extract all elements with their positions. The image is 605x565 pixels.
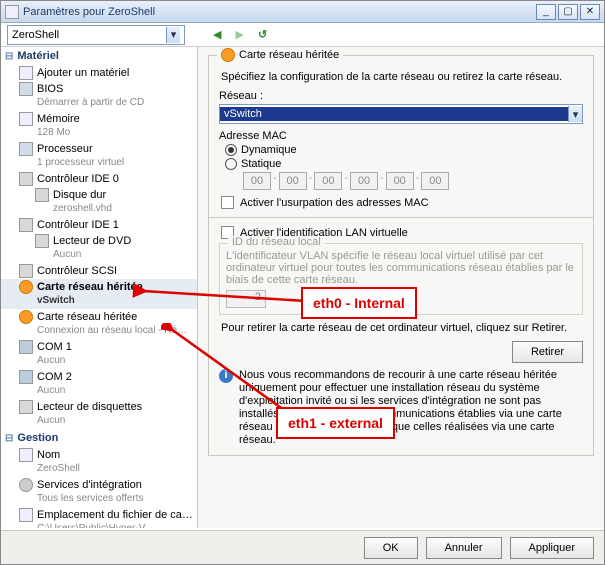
tree-add-hardware[interactable]: Ajouter un matériel: [1, 65, 197, 81]
vlan-desc: L'identificateur VLAN spécifie le réseau…: [226, 250, 576, 286]
ok-button[interactable]: OK: [364, 537, 418, 559]
tree-integration[interactable]: Services d'intégrationTous les services …: [1, 477, 197, 507]
dvd-icon: [35, 234, 49, 248]
radio-icon: [225, 144, 237, 156]
folder-icon: [19, 508, 33, 522]
group-title: Carte réseau héritée: [239, 49, 339, 61]
bios-icon: [19, 82, 33, 96]
tree-legacy-nic-2[interactable]: Carte réseau héritéeConnexion au réseau …: [1, 309, 197, 339]
cpu-icon: [19, 142, 33, 156]
tree-com2[interactable]: COM 2Aucun: [1, 369, 197, 399]
vlan-id-input[interactable]: 2: [226, 290, 266, 308]
mac-seg[interactable]: 00: [421, 172, 449, 190]
maximize-button[interactable]: ▢: [558, 4, 578, 20]
window-title: Paramètres pour ZeroShell: [23, 6, 536, 18]
tag-icon: [19, 448, 33, 462]
mac-spoofing-checkbox[interactable]: Activer l'usurpation des adresses MAC: [221, 196, 583, 209]
app-icon: [5, 5, 19, 19]
tree-ide1[interactable]: Contrôleur IDE 1: [1, 217, 197, 233]
info-note: i Nous vous recommandons de recourir à u…: [219, 369, 583, 447]
mac-seg[interactable]: 00: [386, 172, 414, 190]
chevron-down-icon: ▾: [568, 106, 582, 122]
callout-eth0: eth0 - Internal: [301, 287, 417, 319]
nic-icon: [221, 48, 235, 62]
apply-button[interactable]: Appliquer: [510, 537, 594, 559]
tree-hdd[interactable]: Disque durzeroshell.vhd: [1, 187, 197, 217]
mac-seg[interactable]: 00: [314, 172, 342, 190]
remove-button[interactable]: Retirer: [512, 341, 583, 363]
tree-scsi[interactable]: Contrôleur SCSI: [1, 263, 197, 279]
info-icon: i: [219, 369, 233, 383]
gear-icon: [19, 478, 33, 492]
radio-icon: [225, 158, 237, 170]
tree-processor[interactable]: Processeur1 processeur virtuel: [1, 141, 197, 171]
disk-icon: [35, 188, 49, 202]
tree-name[interactable]: NomZeroShell: [1, 447, 197, 477]
controller-icon: [19, 172, 33, 186]
title-bar: Paramètres pour ZeroShell _ ▢ ✕: [1, 1, 604, 23]
tree-legacy-nic-1[interactable]: Carte réseau héritéevSwitch: [1, 279, 197, 309]
mac-seg[interactable]: 00: [350, 172, 378, 190]
network-label: Réseau :: [219, 90, 583, 102]
tree-ide0[interactable]: Contrôleur IDE 0: [1, 171, 197, 187]
callout-eth1: eth1 - external: [276, 407, 395, 439]
add-hardware-icon: [19, 66, 33, 80]
toolbar: ZeroShell ▾ ◀ ▶ ↺: [1, 23, 604, 47]
forward-icon[interactable]: ▶: [235, 28, 243, 41]
vlan-legend: ID du réseau local: [228, 236, 325, 248]
vm-selector-value: ZeroShell: [12, 29, 166, 41]
tree-memory[interactable]: Mémoire128 Mo: [1, 111, 197, 141]
sidebar[interactable]: Matériel Ajouter un matériel BIOSDémarre…: [1, 47, 198, 528]
close-button[interactable]: ✕: [580, 4, 600, 20]
refresh-icon[interactable]: ↺: [258, 28, 267, 41]
tree-snapshot-location[interactable]: Emplacement du fichier de capt...C:\User…: [1, 507, 197, 528]
mac-seg[interactable]: 00: [279, 172, 307, 190]
floppy-icon: [19, 400, 33, 414]
mac-seg[interactable]: 00: [243, 172, 271, 190]
chevron-down-icon: ▾: [166, 27, 180, 43]
cancel-button[interactable]: Annuler: [426, 537, 502, 559]
nic-group: Carte réseau héritée Spécifiez la config…: [208, 55, 594, 456]
checkbox-icon: [221, 196, 234, 209]
nic-icon: [19, 280, 33, 294]
mac-input-row: 00- 00- 00- 00- 00- 00: [243, 172, 583, 190]
com-port-icon: [19, 370, 33, 384]
com-port-icon: [19, 340, 33, 354]
memory-icon: [19, 112, 33, 126]
tree-dvd[interactable]: Lecteur de DVDAucun: [1, 233, 197, 263]
tree-com1[interactable]: COM 1Aucun: [1, 339, 197, 369]
radio-static[interactable]: Statique: [225, 158, 583, 170]
nic-icon: [19, 310, 33, 324]
group-desc: Spécifiez la configuration de la carte r…: [221, 70, 581, 84]
vm-selector[interactable]: ZeroShell ▾: [7, 25, 185, 45]
back-icon[interactable]: ◀: [213, 28, 221, 41]
network-select-value: vSwitch: [220, 107, 568, 121]
mac-label: Adresse MAC: [219, 130, 583, 142]
controller-icon: [19, 218, 33, 232]
remove-desc: Pour retirer la carte réseau de cet ordi…: [221, 321, 581, 335]
tree-bios[interactable]: BIOSDémarrer à partir de CD: [1, 81, 197, 111]
section-hardware: Matériel: [1, 47, 197, 65]
minimize-button[interactable]: _: [536, 4, 556, 20]
controller-icon: [19, 264, 33, 278]
dialog-buttons: OK Annuler Appliquer: [1, 530, 604, 564]
radio-dynamic[interactable]: Dynamique: [225, 144, 583, 156]
section-management: Gestion: [1, 429, 197, 447]
tree-floppy[interactable]: Lecteur de disquettesAucun: [1, 399, 197, 429]
network-select[interactable]: vSwitch ▾: [219, 104, 583, 124]
